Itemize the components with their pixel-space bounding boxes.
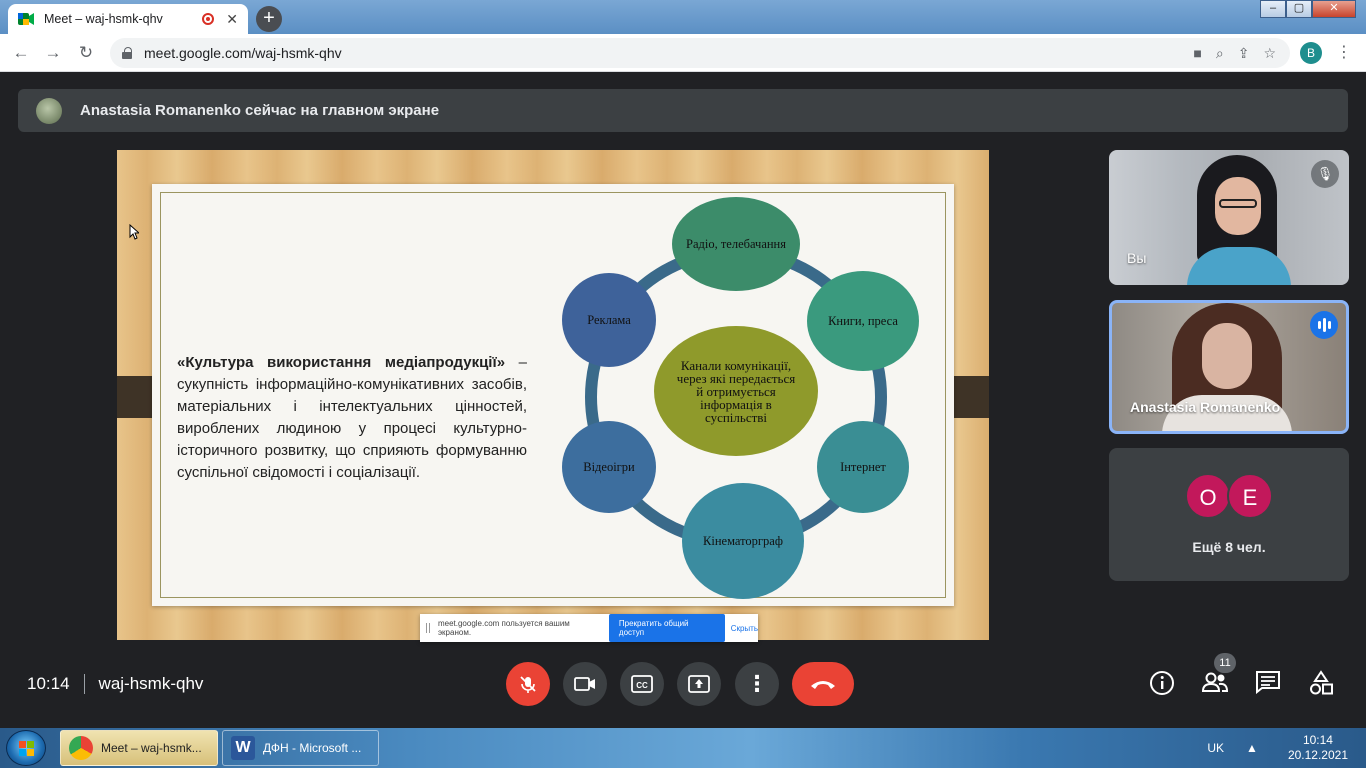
camera-icon [574,677,595,691]
browser-titlebar: Meet – waj-hsmk-qhv ✕ + – ▢ ✕ [0,0,1366,34]
url-text: meet.google.com/waj-hsmk-qhv [144,45,342,61]
participant-tile-speaker[interactable]: Anastasia Romanenko [1109,300,1349,434]
participant-tile-more[interactable]: O E Ещё 8 чел. [1109,448,1349,581]
participant-video [1187,155,1291,285]
captions-button[interactable]: CC [620,662,664,706]
meeting-info: 10:14 waj-hsmk-qhv [27,674,203,694]
present-screen-icon [688,675,710,693]
captions-icon: CC [631,675,653,693]
chat-button[interactable] [1254,670,1282,698]
node-center-channels: Канали комунікації, через які передаєтьс… [654,326,818,456]
divider [83,674,85,694]
zoom-icon[interactable]: ⌕ [1216,45,1224,62]
camera-toggle-button[interactable] [563,662,607,706]
activities-shapes-icon [1310,670,1333,695]
participant-name-self: Вы [1127,250,1147,266]
meeting-time: 10:14 [27,674,70,693]
node-advertising: Реклама [562,273,656,367]
address-bar-actions: ■ ⌕ ⇪ ☆ [1193,38,1276,68]
people-icon [1201,672,1229,692]
screen-share-notice: meet.google.com пользуется вашим экраном… [420,614,758,642]
node-radio-tv: Радіо, телебачання [672,197,800,291]
slide-text: «Культура використання медіапродукції» –… [177,352,527,484]
taskbar-item-label: ДФН - Microsoft ... [263,741,362,755]
profile-avatar[interactable]: B [1300,42,1322,64]
browser-tab-meet[interactable]: Meet – waj-hsmk-qhv ✕ [8,4,248,34]
forward-arrow-icon[interactable]: → [42,42,64,64]
mic-toggle-button[interactable] [506,662,550,706]
camera-in-use-icon[interactable]: ■ [1193,45,1201,61]
participant-tile-self[interactable]: 🎙 Вы [1109,150,1349,285]
taskbar-clock[interactable]: 10:14 20.12.2021 [1288,733,1348,763]
recording-indicator-icon [202,13,215,25]
google-meet-icon [18,12,34,26]
slide-body: – сукупність інформаційно-комунікативних… [177,354,528,481]
node-books-press: Книги, преса [807,271,919,371]
node-internet: Інтернет [817,421,909,513]
shared-screen: «Культура використання медіапродукції» –… [117,150,989,642]
share-notice-text: meet.google.com пользуется вашим экраном… [437,619,570,637]
activities-button[interactable] [1307,670,1335,698]
more-participants-label: Ещё 8 чел. [1192,539,1266,555]
windows-taskbar: Meet – waj-hsmk... W ДФН - Microsoft ...… [0,728,1366,768]
address-bar[interactable]: meet.google.com/waj-hsmk-qhv ■ ⌕ ⇪ ☆ [110,38,1290,68]
language-indicator[interactable]: UK [1207,741,1224,755]
tab-title: Meet – waj-hsmk-qhv [44,12,163,26]
share-icon[interactable]: ⇪ [1238,45,1250,62]
taskbar-item-chrome[interactable]: Meet – waj-hsmk... [60,730,218,766]
info-icon [1150,671,1174,695]
node-video-games: Відеоігри [562,421,656,513]
more-vert-icon: ⋮ [746,671,768,696]
word-icon: W [231,736,255,760]
hang-up-icon [811,681,835,689]
system-tray: UK ▲ 10:14 20.12.2021 [1207,728,1358,768]
speaking-indicator-icon [1310,311,1338,339]
meeting-details-button[interactable] [1148,670,1176,698]
more-options-button[interactable]: ⋮ [735,662,779,706]
meeting-code: waj-hsmk-qhv [98,674,204,693]
browser-toolbar: ← → ↻ meet.google.com/waj-hsmk-qhv ■ ⌕ ⇪… [0,34,1366,72]
clock-time: 10:14 [1302,733,1333,747]
present-now-button[interactable] [677,662,721,706]
mic-off-icon [520,676,536,693]
maximize-button[interactable]: ▢ [1286,0,1312,18]
show-everyone-button[interactable] [1201,670,1229,698]
chrome-icon [69,736,93,760]
clock-date: 20.12.2021 [1287,748,1348,762]
start-button[interactable] [6,730,46,766]
back-arrow-icon[interactable]: ← [10,42,32,64]
leave-call-button[interactable] [792,662,854,706]
presentation-slide: «Культура використання медіапродукції» –… [152,184,954,642]
new-tab-button[interactable]: + [256,6,282,32]
chat-icon [1256,671,1280,695]
tab-close-icon[interactable]: ✕ [226,11,238,28]
drag-handle-icon[interactable] [426,623,430,633]
mic-muted-icon: 🎙 [1311,160,1339,188]
avatar: E [1227,473,1273,519]
svg-text:CC: CC [636,681,648,690]
close-window-button[interactable]: ✕ [1312,0,1356,18]
tray-expand-icon[interactable]: ▲ [1246,741,1258,755]
windows-logo-icon [19,741,34,756]
avatar: O [1185,473,1231,519]
presenting-banner-text: Anastasia Romanenko сейчас на главном эк… [80,102,440,119]
participant-name-speaker: Anastasia Romanenko [1130,399,1281,415]
more-participants-avatars: O E [1185,473,1273,519]
bookmark-star-icon[interactable]: ☆ [1263,45,1276,62]
mouse-cursor-icon [129,224,139,240]
hide-notice-button[interactable]: Скрыть [731,624,758,633]
node-cinema: Кінематорграф [682,483,804,599]
window-controls: – ▢ ✕ [1260,0,1356,18]
stop-sharing-button[interactable]: Прекратить общий доступ [608,614,725,642]
taskbar-item-word[interactable]: W ДФН - Microsoft ... [222,730,379,766]
slide-heading: «Культура використання медіапродукції» [177,354,506,371]
browser-menu-icon[interactable]: ⋮ [1336,42,1352,62]
minimize-button[interactable]: – [1260,0,1286,18]
lock-icon [122,47,132,59]
reload-icon[interactable]: ↻ [75,42,97,64]
taskbar-item-label: Meet – waj-hsmk... [101,741,202,755]
presenter-avatar [36,97,62,124]
presenting-banner: Anastasia Romanenko сейчас на главном эк… [18,89,1348,132]
